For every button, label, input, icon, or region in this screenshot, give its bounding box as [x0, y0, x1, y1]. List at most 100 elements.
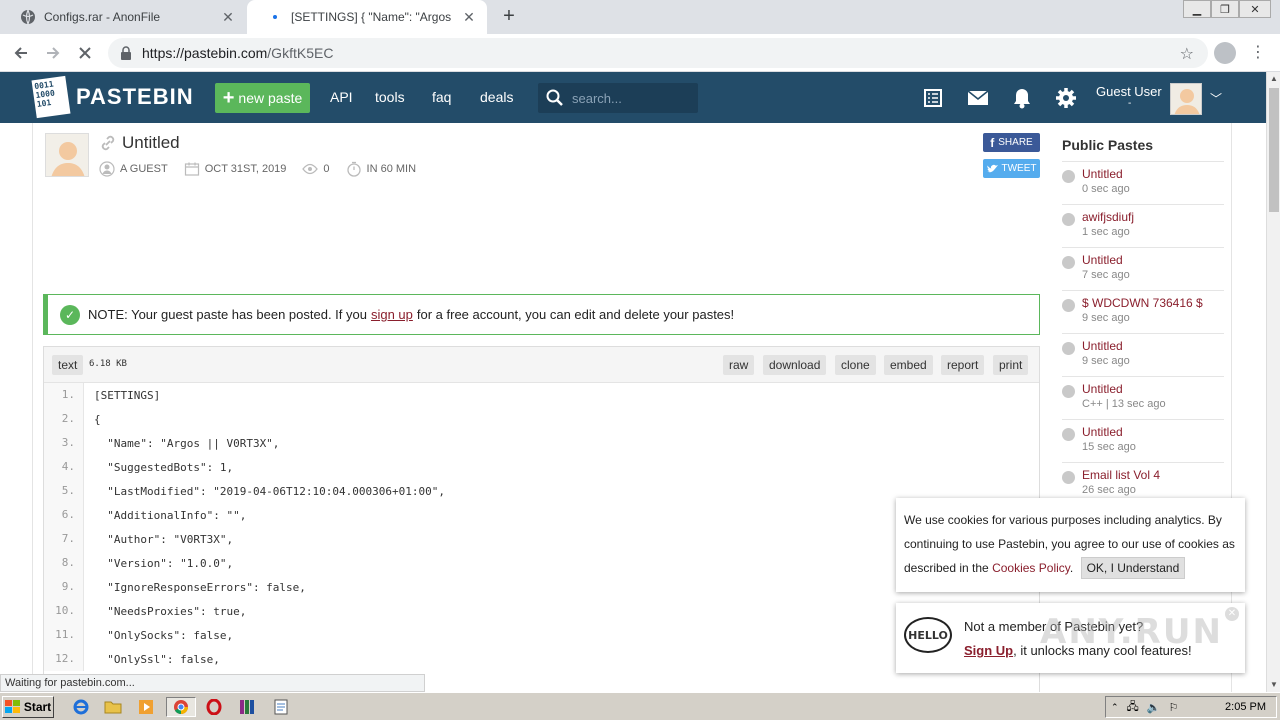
link-icon	[101, 135, 115, 151]
minimize-button[interactable]: ▁	[1183, 0, 1211, 18]
public-paste-title[interactable]: Email list Vol 4	[1082, 468, 1160, 482]
twitter-bird-icon	[986, 164, 998, 173]
cookie-ok-button[interactable]: OK, I Understand	[1080, 557, 1186, 579]
tray-expand-icon[interactable]: ⌃	[1111, 702, 1119, 713]
line-number: 9.	[44, 575, 84, 599]
eye-icon	[302, 163, 319, 175]
site-logo[interactable]: 0011 1000 101 PASTEBIN	[31, 75, 194, 119]
public-paste-age: 26 sec ago	[1082, 484, 1136, 496]
lock-icon	[121, 46, 131, 60]
windows-taskbar: Start ⌃ 🖧 🔈 ⚐ 2:05 PM	[0, 692, 1280, 720]
search-box	[538, 83, 698, 113]
winrar-icon[interactable]	[236, 697, 258, 717]
print-button[interactable]: print	[993, 355, 1029, 375]
guest-user-label[interactable]: Guest User	[1096, 84, 1162, 99]
scroll-thumb[interactable]	[1269, 88, 1279, 212]
network-icon[interactable]: 🖧	[1127, 698, 1139, 717]
guest-note-banner: ✓ NOTE: Your guest paste has been posted…	[43, 294, 1040, 335]
browser-tabstrip: Configs.rar - AnonFile ✕ [SETTINGS] { "N…	[0, 0, 1280, 34]
flag-icon[interactable]: ⚐	[1169, 701, 1179, 714]
public-paste-title[interactable]: Untitled	[1082, 339, 1123, 353]
report-button[interactable]: report	[941, 355, 985, 375]
window-close-button[interactable]: ✕	[1239, 0, 1271, 18]
scroll-down-icon[interactable]: ▼	[1267, 678, 1280, 692]
paste-author-avatar	[45, 133, 89, 177]
address-bar[interactable]: https://pastebin.com/GkftK5EC ☆	[108, 38, 1208, 68]
paste-size: 6.18 KB	[89, 359, 127, 369]
my-pastes-icon[interactable]	[921, 86, 945, 110]
line-number: 3.	[44, 431, 84, 455]
scroll-up-icon[interactable]: ▲	[1267, 72, 1280, 86]
public-paste-item[interactable]: Untitled C++ | 13 sec ago	[1062, 376, 1224, 419]
browser-tab-pastebin[interactable]: [SETTINGS] { "Name": "Argos || V0R ✕	[247, 0, 487, 34]
author-name[interactable]: A GUEST	[120, 163, 168, 175]
opera-icon[interactable]	[203, 697, 225, 717]
download-button[interactable]: download	[763, 355, 827, 375]
nav-tools[interactable]: tools	[375, 89, 405, 105]
public-paste-item[interactable]: $ WDCDWN 736416 $ 9 sec ago	[1062, 290, 1224, 333]
bell-icon[interactable]	[1010, 86, 1034, 110]
back-button[interactable]	[10, 42, 32, 64]
public-paste-item[interactable]: Untitled 7 sec ago	[1062, 247, 1224, 290]
gear-icon[interactable]	[1054, 86, 1078, 110]
globe-icon	[1062, 213, 1075, 226]
public-paste-age: 9 sec ago	[1082, 312, 1130, 324]
twitter-tweet-button[interactable]: TWEET	[983, 159, 1040, 178]
close-icon[interactable]: ✕	[220, 9, 236, 26]
ie-icon[interactable]	[70, 697, 92, 717]
search-input[interactable]	[572, 90, 692, 106]
public-paste-item[interactable]: awifjsdiufj 1 sec ago	[1062, 204, 1224, 247]
clone-button[interactable]: clone	[835, 355, 876, 375]
facebook-share-button[interactable]: f SHARE	[983, 133, 1040, 152]
public-paste-title[interactable]: Untitled	[1082, 167, 1123, 181]
promo-sign-up-link[interactable]: Sign Up	[964, 643, 1013, 658]
sign-up-link[interactable]: sign up	[371, 307, 413, 322]
public-paste-title[interactable]: $ WDCDWN 736416 $	[1082, 296, 1203, 310]
embed-button[interactable]: embed	[884, 355, 933, 375]
cookies-policy-link[interactable]: Cookies Policy	[992, 561, 1070, 575]
line-text: "Name": "Argos || V0RT3X",	[94, 436, 280, 450]
chevron-down-icon[interactable]: ﹀	[1210, 90, 1222, 107]
public-paste-title[interactable]: awifjsdiufj	[1082, 210, 1134, 224]
public-paste-item[interactable]: Untitled 15 sec ago	[1062, 419, 1224, 462]
mail-icon[interactable]	[966, 86, 990, 110]
paste-toolbar: text 6.18 KB raw download clone embed re…	[44, 347, 1039, 383]
start-button[interactable]: Start	[2, 696, 54, 718]
chrome-taskbar-button[interactable]	[166, 697, 196, 717]
public-paste-item[interactable]: Untitled 0 sec ago	[1062, 161, 1224, 204]
close-icon[interactable]: ✕	[1225, 607, 1239, 621]
avatar[interactable]	[1170, 83, 1202, 115]
public-paste-title[interactable]: Untitled	[1082, 382, 1123, 396]
public-paste-item[interactable]: Untitled 9 sec ago	[1062, 333, 1224, 376]
site-header: 0011 1000 101 PASTEBIN + new paste API t…	[0, 72, 1266, 123]
nav-api[interactable]: API	[330, 89, 353, 105]
notepad-icon[interactable]	[270, 697, 292, 717]
stop-button[interactable]	[74, 42, 96, 64]
public-paste-title[interactable]: Untitled	[1082, 253, 1123, 267]
public-paste-age: 9 sec ago	[1082, 355, 1130, 367]
page-scrollbar[interactable]: ▲ ▼	[1266, 72, 1280, 692]
nav-faq[interactable]: faq	[432, 89, 451, 105]
volume-icon[interactable]: 🔈	[1147, 701, 1161, 714]
public-paste-title[interactable]: Untitled	[1082, 425, 1123, 439]
nav-deals[interactable]: deals	[480, 89, 513, 105]
folder-icon[interactable]	[102, 697, 124, 717]
star-icon[interactable]: ☆	[1180, 44, 1194, 64]
forward-button[interactable]	[42, 42, 64, 64]
browser-tab-anonfile[interactable]: Configs.rar - AnonFile ✕	[0, 0, 246, 34]
code-line: 1. [SETTINGS]	[44, 383, 1039, 407]
line-text: [SETTINGS]	[94, 388, 161, 402]
close-icon[interactable]: ✕	[461, 9, 477, 26]
new-tab-button[interactable]: +	[498, 6, 520, 28]
public-paste-age: 7 sec ago	[1082, 269, 1130, 281]
profile-icon[interactable]	[1214, 42, 1236, 64]
raw-button[interactable]: raw	[723, 355, 755, 375]
media-player-icon[interactable]	[135, 697, 157, 717]
maximize-button[interactable]: ❐	[1211, 0, 1239, 18]
format-badge[interactable]: text	[52, 355, 84, 375]
code-block[interactable]: 1. [SETTINGS] 2. {3. "Name": "Argos || V0RT…	[44, 383, 1039, 671]
new-paste-button[interactable]: + new paste	[215, 83, 310, 113]
tweet-label: TWEET	[1001, 163, 1037, 174]
url-host: https://pastebin.com	[142, 45, 268, 61]
kebab-menu-icon[interactable]: ⋮	[1250, 42, 1266, 62]
